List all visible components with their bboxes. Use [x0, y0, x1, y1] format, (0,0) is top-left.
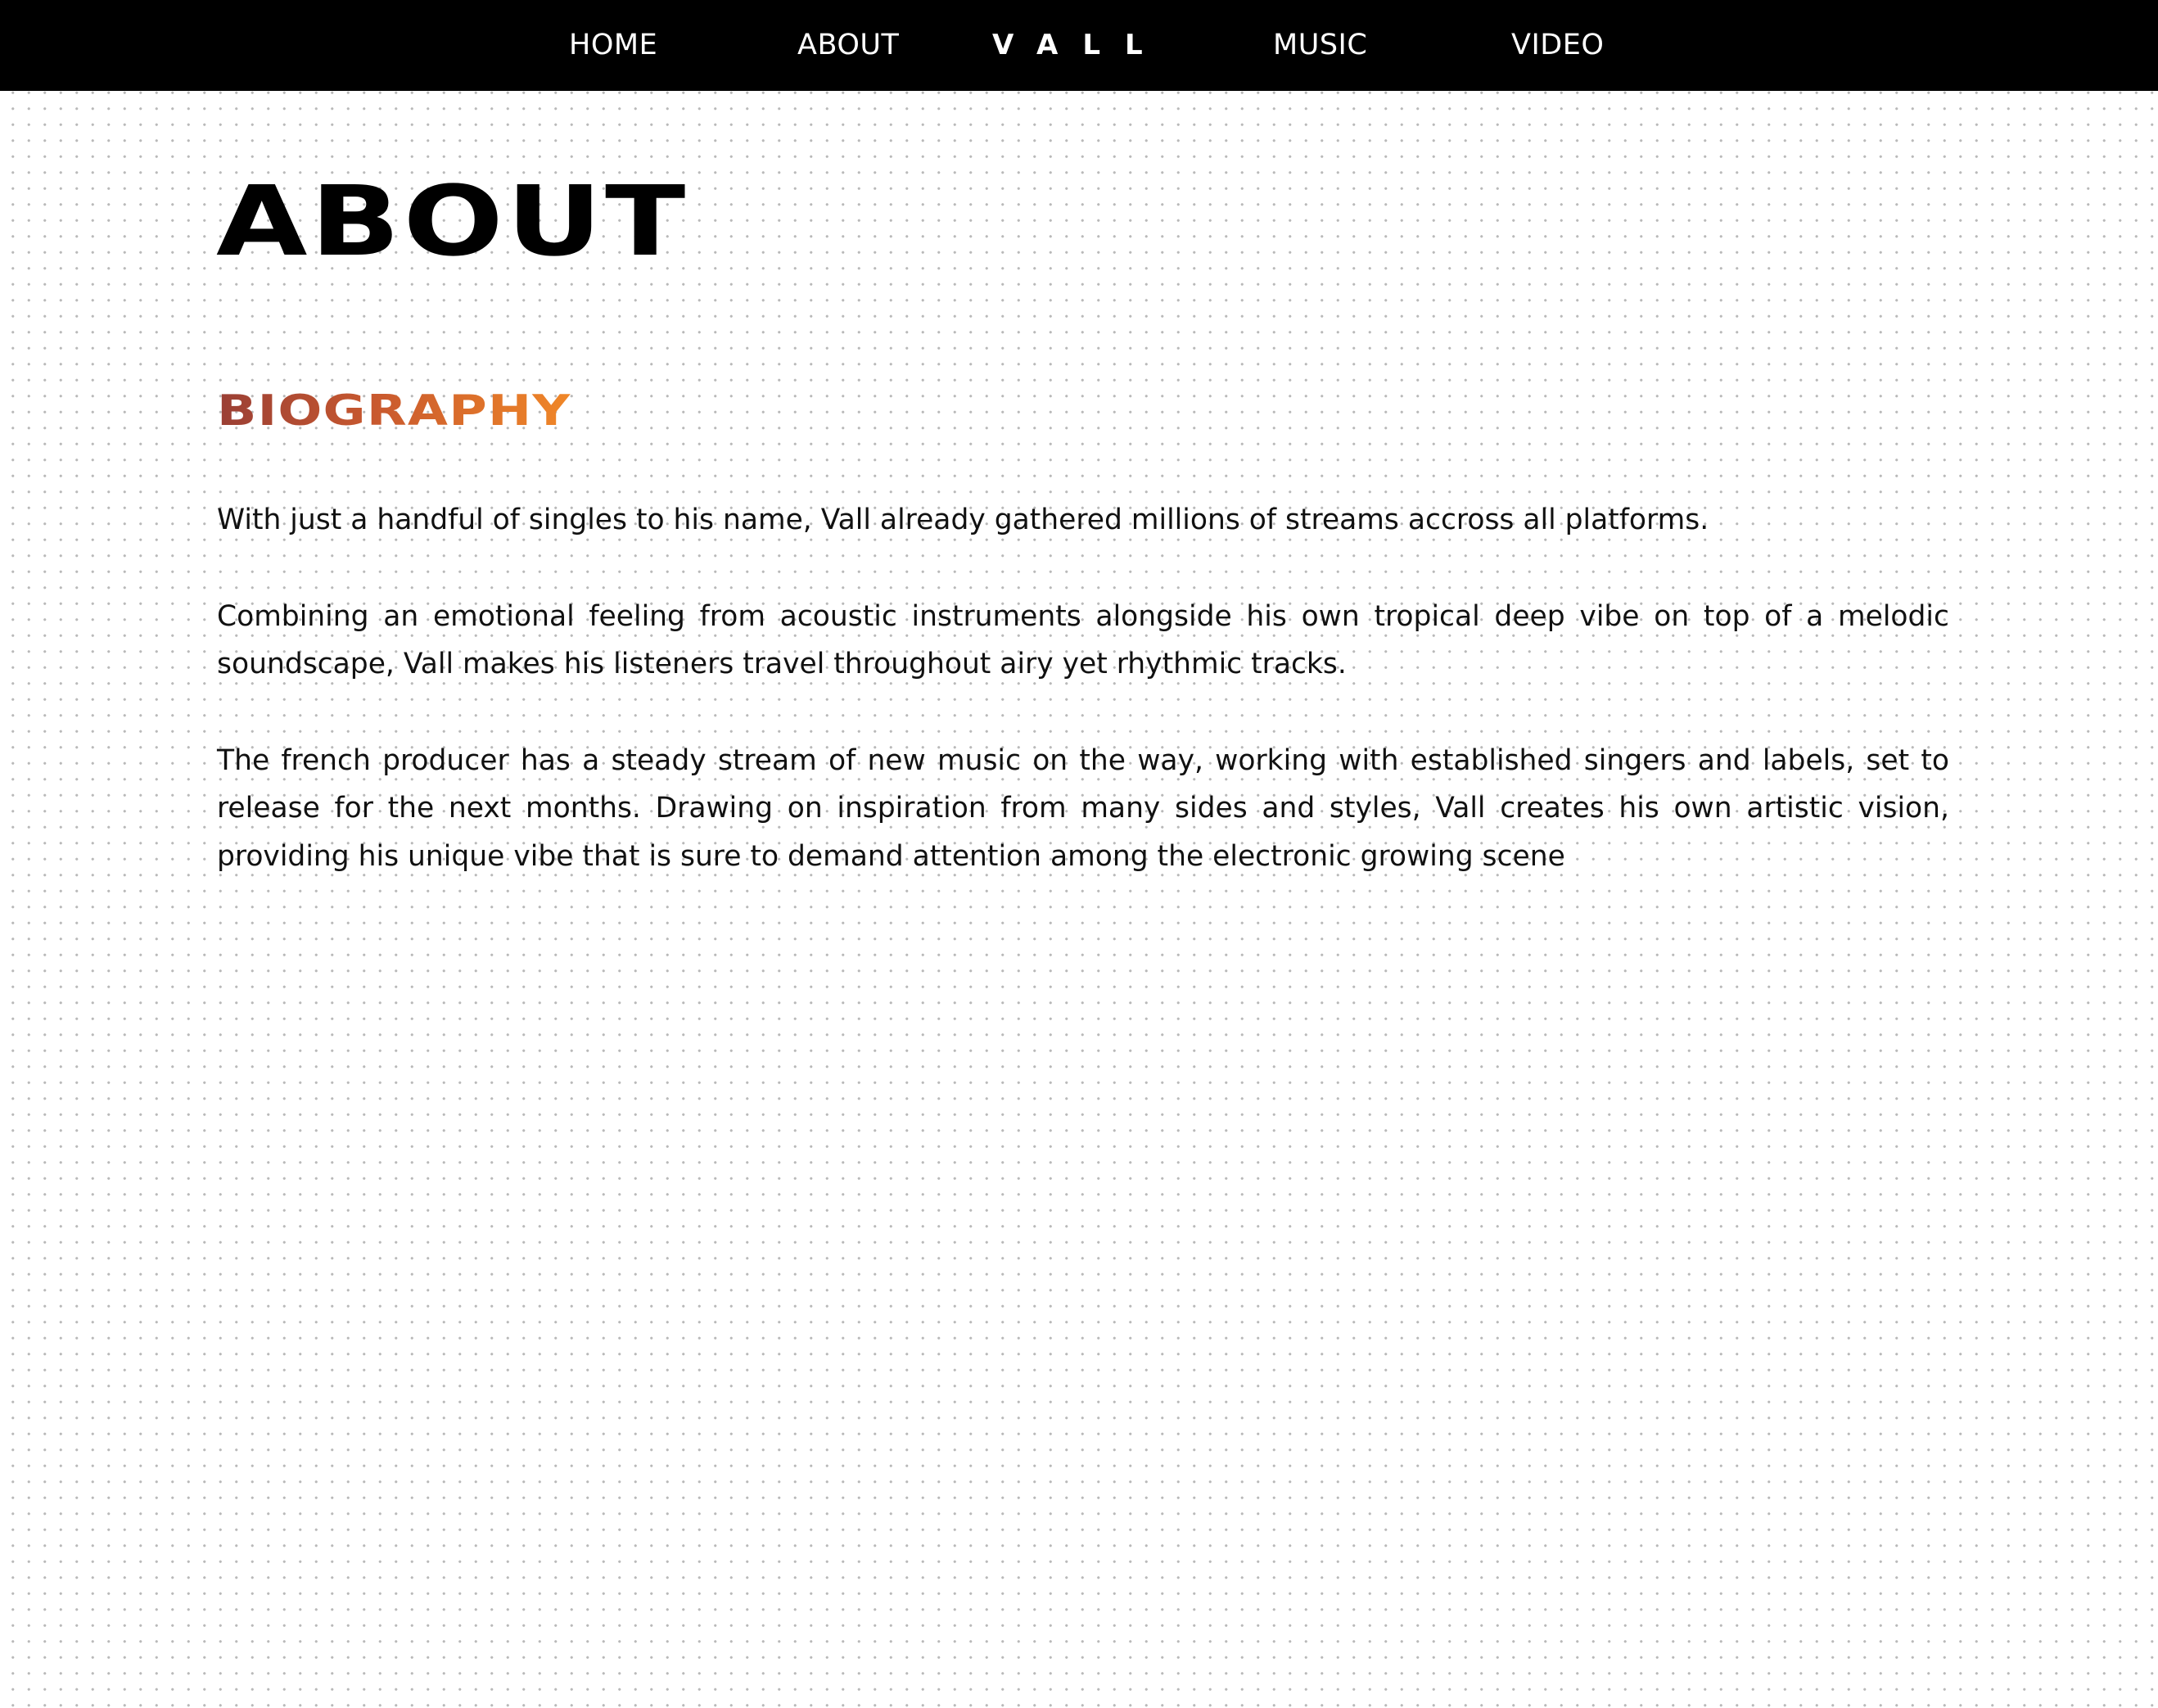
biography-paragraph-3: The french producer has a steady stream … — [217, 743, 1949, 873]
biography-paragraph-1: With just a handful of singles to his na… — [217, 504, 1709, 536]
biography-paragraph-2: Combining an emotional feeling from acou… — [217, 599, 1949, 681]
site-logo[interactable]: VALL — [992, 0, 1167, 91]
nav-link-home[interactable]: HOME — [569, 0, 657, 91]
biography-text: With just a handful of singles to his na… — [217, 496, 1949, 929]
nav-link-music[interactable]: MUSIC — [1273, 0, 1367, 91]
nav-link-video[interactable]: VIDEO — [1511, 0, 1604, 91]
top-navbar: HOME ABOUT VALL MUSIC VIDEO — [0, 0, 2158, 91]
biography-heading: BIOGRAPHY — [217, 383, 571, 439]
nav-link-about[interactable]: ABOUT — [797, 0, 899, 91]
page-title: ABOUT — [216, 165, 688, 278]
